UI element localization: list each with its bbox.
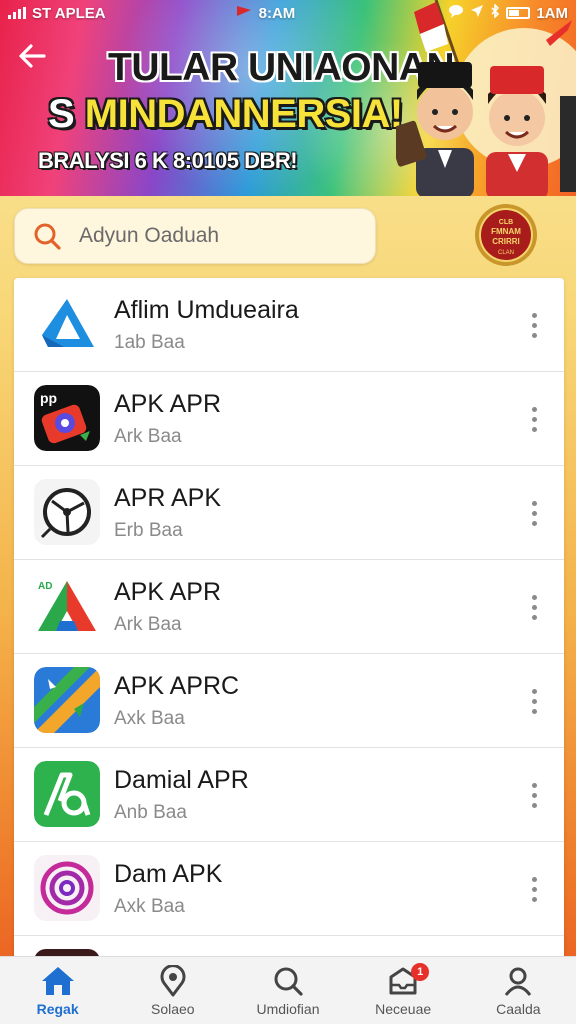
arrow-left-icon [19, 44, 46, 68]
search-icon [274, 967, 303, 996]
bottom-navigation: Regak Solaeo Umdiofian 1 Neceuae Caalda [0, 956, 576, 1024]
list-item[interactable]: pp APK APR Ark Baa [14, 372, 564, 466]
nav-item-places[interactable]: Solaeo [123, 965, 223, 1017]
flag-icon [237, 6, 251, 16]
blue-triangle-app-icon [34, 291, 100, 357]
app-list: Aflim Umdueaira 1ab Baa pp APK APR Ark B… [14, 278, 564, 978]
color-triangle-app-icon: AD [34, 573, 100, 639]
purple-spiral-app-icon [34, 855, 100, 921]
list-item[interactable]: APR APK Erb Baa [14, 466, 564, 560]
banner-subtitle: BRALYSI 6 K 8:0105 DBR! [38, 148, 298, 173]
more-options-icon[interactable] [522, 308, 546, 342]
app-subtitle: Axk Baa [114, 896, 185, 917]
mascots-illustration [396, 0, 576, 196]
nav-item-profile[interactable]: Caalda [468, 965, 568, 1017]
app-subtitle: Ark Baa [114, 614, 182, 635]
more-options-icon[interactable] [522, 496, 546, 530]
nav-item-search[interactable]: Umdiofian [238, 965, 338, 1017]
signal-icon [8, 7, 26, 19]
svg-text:CLAN: CLAN [498, 250, 514, 256]
app-name: Aflim Umdueaira [114, 296, 299, 324]
more-options-icon[interactable] [522, 402, 546, 436]
banner-title-highlight: MINDANNERSIA! [84, 92, 403, 136]
app-subtitle: 1ab Baa [114, 332, 185, 353]
svg-text:AD: AD [38, 581, 52, 592]
list-item[interactable]: Dam APK Axk Baa [14, 842, 564, 936]
app-subtitle: Erb Baa [114, 520, 183, 541]
user-icon [505, 967, 532, 996]
list-item[interactable]: Damial APR Anb Baa [14, 748, 564, 842]
svg-text:FMNAM: FMNAM [491, 227, 521, 236]
app-subtitle: Ark Baa [114, 426, 182, 447]
search-icon [34, 223, 61, 250]
nav-label: Caalda [496, 1001, 541, 1017]
app-name: Dam APK [114, 860, 223, 888]
list-item[interactable]: Aflim Umdueaira 1ab Baa [14, 278, 564, 372]
carrier-label: ST APLEA [32, 4, 106, 22]
nav-item-home[interactable]: Regak [8, 965, 108, 1017]
dark-camera-app-icon: pp [34, 385, 100, 451]
home-icon [41, 967, 74, 995]
app-name: APK APR [114, 578, 221, 606]
map-app-icon [34, 667, 100, 733]
wheel-app-icon [34, 479, 100, 545]
app-name: APR APK [114, 484, 221, 512]
app-name: APK APR [114, 390, 221, 418]
location-pin-icon [160, 965, 186, 997]
back-button[interactable] [12, 36, 52, 76]
search-input[interactable] [79, 224, 339, 248]
nav-label: Regak [36, 1001, 79, 1017]
more-options-icon[interactable] [522, 872, 546, 906]
seal-badge: CLB FMNAM CRIRRI CLAN [475, 204, 537, 266]
more-options-icon[interactable] [522, 684, 546, 718]
notification-badge: 1 [411, 963, 430, 981]
list-item[interactable]: APK APRC Axk Baa [14, 654, 564, 748]
app-subtitle: Axk Baa [114, 708, 185, 729]
header-banner: ST APLEA 8:AM 1AM TULAR UNIAONAN S MINDA… [0, 0, 576, 196]
search-bar[interactable] [14, 208, 376, 264]
app-name: APK APRC [114, 672, 240, 700]
svg-text:CRIRRI: CRIRRI [492, 237, 520, 246]
green-a-app-icon [34, 761, 100, 827]
nav-label: Umdiofian [256, 1001, 320, 1017]
app-subtitle: Anb Baa [114, 802, 187, 823]
app-name: Damial APR [114, 766, 249, 794]
svg-text:pp: pp [40, 390, 57, 406]
nav-label: Neceuae [375, 1001, 432, 1017]
banner-title-line-2: S MINDANNERSIA! [48, 92, 403, 137]
more-options-icon[interactable] [522, 590, 546, 624]
more-options-icon[interactable] [522, 778, 546, 812]
banner-title-prefix: S [48, 92, 85, 136]
nav-item-inbox[interactable]: 1 Neceuae [353, 963, 453, 1017]
list-item[interactable]: AD APK APR Ark Baa [14, 560, 564, 654]
nav-label: Solaeo [150, 1001, 195, 1017]
svg-text:CLB: CLB [499, 219, 513, 226]
status-time: 8:AM [258, 4, 296, 22]
